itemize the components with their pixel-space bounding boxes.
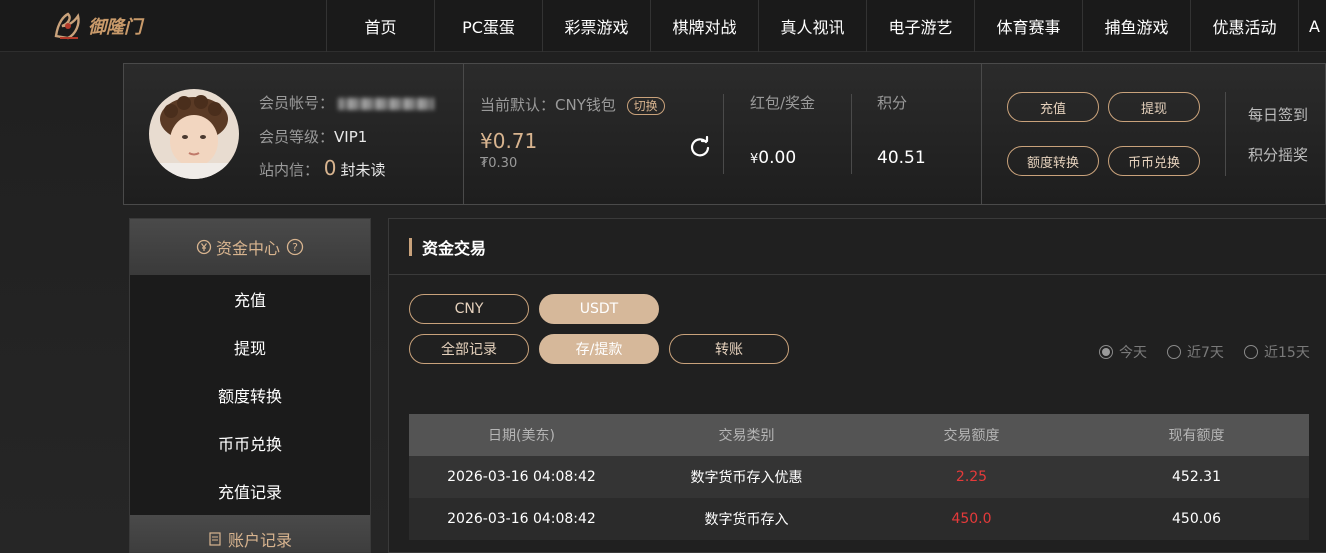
messages-suffix: 封未读 [340,161,386,179]
level-value: VIP1 [334,128,368,146]
exchange-button[interactable]: 币币兑换 [1108,146,1200,176]
tab-all-records[interactable]: 全部记录 [409,334,529,364]
column-header-type: 交易类别 [718,428,775,444]
bonus-label: 红包/奖金 [750,94,816,112]
cell-date: 2026-03-16 04:08:42 [447,469,596,485]
sidebar-section-account-records[interactable]: 账户记录 [130,515,370,552]
brand-logo[interactable]: 御隆门 [50,6,150,46]
sidebar-item-exchange[interactable]: 币币兑换 [130,419,370,467]
logo-text: 御隆门 [88,17,142,38]
withdraw-button[interactable]: 提现 [1108,92,1200,122]
switch-wallet-button[interactable]: 切换 [626,96,665,115]
avatar[interactable] [149,89,239,179]
refresh-icon[interactable] [689,136,711,158]
level-row: 会员等级：VIP1 [259,126,367,147]
divider [1225,92,1226,176]
sidebar-item-deposit[interactable]: 充值 [130,275,370,323]
nav-item-lottery[interactable]: 彩票游戏 [542,0,650,52]
cell-type: 数字货币存入 [704,512,789,528]
svg-text:?: ? [292,241,298,254]
help-icon[interactable]: ? [286,238,304,256]
filter-15-days[interactable]: 近15天 [1244,342,1310,362]
table-row: 2026-03-16 04:08:42 数字货币存入 450.0 450.06 [409,498,1309,540]
level-label: 会员等级： [259,128,335,146]
radio-checked-icon [1099,345,1113,359]
sidebar-item-deposit-records[interactable]: 充值记录 [130,467,370,515]
wallet-sub-balance: ₮0.30 [480,156,518,171]
sidebar-footer-label: 账户记录 [227,531,292,550]
cell-amount: 2.25 [955,469,988,485]
column-header-date: 日期(美东) [488,428,555,444]
avatar-image [149,89,239,179]
section-header: 资金交易 [389,219,1326,275]
radio-unchecked-icon [1167,345,1181,359]
tab-transfer[interactable]: 转账 [669,334,789,364]
cell-date: 2026-03-16 04:08:42 [447,511,596,527]
current-wallet: 当前默认：CNY钱包 切换 [480,94,665,115]
header-accent-bar [409,237,412,256]
nav-item-promotions[interactable]: 优惠活动 [1190,0,1298,52]
messages-row[interactable]: 站内信： 0 封未读 [259,156,386,180]
yen-coin-icon [196,239,212,255]
cell-balance: 452.31 [1172,469,1221,485]
document-icon [209,532,221,546]
nav-item-fishing[interactable]: 捕鱼游戏 [1082,0,1190,52]
member-info: 会员帐号： 会员等级：VIP1 站内信： 0 封未读 [124,64,464,204]
account-value-masked [338,97,435,110]
filter-today[interactable]: 今天 [1099,342,1147,362]
tab-usdt[interactable]: USDT [539,294,659,324]
sidebar-item-transfer[interactable]: 额度转换 [130,371,370,419]
cell-type: 数字货币存入优惠 [690,470,803,486]
column-header-balance: 现有额度 [1168,428,1225,444]
messages-label: 站内信： [259,161,320,179]
bonus-amount: 0.00 [758,148,797,168]
radio-unchecked-icon [1244,345,1258,359]
messages-count: 0 [323,156,337,180]
page-title: 资金交易 [422,238,487,258]
main-content: 资金交易 CNY USDT 全部记录 存/提款 转账 今天 近7天 近15天 日… [388,218,1326,553]
sidebar-header-label: 资金中心 [215,239,280,258]
bonus-value: ¥0.00 [750,148,796,168]
table-row: 2026-03-16 04:08:42 数字货币存入优惠 2.25 452.31 [409,456,1309,498]
nav-item-chess[interactable]: 棋牌对战 [650,0,758,52]
divider [723,94,724,174]
points-label: 积分 [877,94,908,112]
nav-item-live[interactable]: 真人视讯 [758,0,866,52]
nav-item-pc-dandan[interactable]: PC蛋蛋 [434,0,542,52]
points-value: 40.51 [877,148,926,168]
quick-actions: 充值 提现 额度转换 币币兑换 每日签到 积分摇奖 [981,64,1326,204]
sidebar: 资金中心 ? 充值 提现 额度转换 币币兑换 充值记录 账户记录 [129,218,371,553]
top-nav-bar: 御隆门 首页 PC蛋蛋 彩票游戏 棋牌对战 真人视讯 电子游艺 体育赛事 捕鱼游… [0,0,1326,52]
wallet-balance: ¥0.71 [480,129,538,153]
transactions-table: 日期(美东) 交易类别 交易额度 现有额度 2026-03-16 04:08:4… [409,414,1309,540]
current-wallet-label: 当前默认：CNY钱包 [480,96,616,114]
points-lottery-link[interactable]: 积分摇奖 [1248,144,1308,165]
cell-amount: 450.0 [951,511,992,527]
page: 御隆门 首页 PC蛋蛋 彩票游戏 棋牌对战 真人视讯 电子游艺 体育赛事 捕鱼游… [0,0,1326,553]
transfer-button[interactable]: 额度转换 [1007,146,1099,176]
main-nav: 首页 PC蛋蛋 彩票游戏 棋牌对战 真人视讯 电子游艺 体育赛事 捕鱼游戏 优惠… [326,0,1326,52]
nav-item-more[interactable]: A [1298,0,1326,52]
table-header: 日期(美东) 交易类别 交易额度 现有额度 [409,414,1309,456]
tab-deposit-withdraw[interactable]: 存/提款 [539,334,659,364]
account-row: 会员帐号： [259,92,435,113]
filter-7-days[interactable]: 近7天 [1167,342,1224,362]
nav-item-slots[interactable]: 电子游艺 [866,0,974,52]
logo-icon [54,12,80,40]
deposit-button[interactable]: 充值 [1007,92,1099,122]
tab-cny[interactable]: CNY [409,294,529,324]
member-panel: 会员帐号： 会员等级：VIP1 站内信： 0 封未读 当前默认：CNY钱包 切换 … [123,63,1326,205]
daily-checkin-link[interactable]: 每日签到 [1248,104,1308,125]
nav-item-sports[interactable]: 体育赛事 [974,0,1082,52]
divider [851,94,852,174]
sidebar-header[interactable]: 资金中心 ? [130,219,370,275]
column-header-amount: 交易额度 [943,428,1000,444]
sidebar-item-withdraw[interactable]: 提现 [130,323,370,371]
nav-item-home[interactable]: 首页 [326,0,434,52]
account-label: 会员帐号： [259,94,335,112]
cell-balance: 450.06 [1172,511,1221,527]
